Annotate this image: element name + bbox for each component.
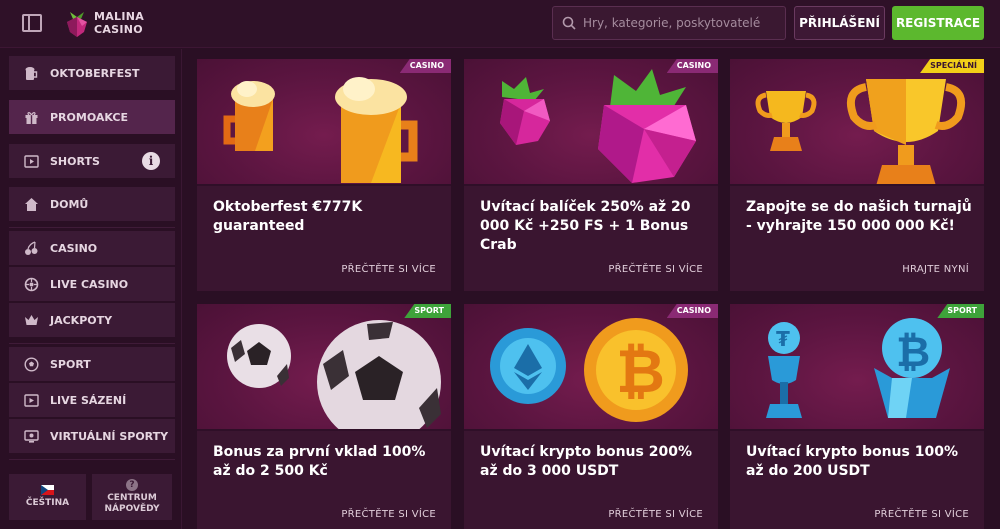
sidebar-item-label: CASINO <box>50 241 98 255</box>
home-icon <box>23 196 39 212</box>
svg-text:₿: ₿ <box>616 337 665 407</box>
help-center-button[interactable]: ? CENTRUM NÁPOVĚDY <box>92 474 172 520</box>
sidebar-item-label: DOMŮ <box>50 197 89 211</box>
promo-card[interactable]: ₮ ₿ SPORT Uvítací krypto bonus 100% až d… <box>730 304 984 529</box>
promo-title: Zapojte se do našich turnajů - vyhrajte … <box>746 199 972 234</box>
sidebar-item-label: OKTOBERFEST <box>50 66 140 80</box>
sidebar-toggle-icon[interactable] <box>22 14 42 32</box>
top-header: MALINA CASINO PŘIHLÁŠENÍ REGISTRACE <box>0 0 1000 48</box>
promo-card-image: CASINO <box>197 59 451 186</box>
sidebar-item-shorts[interactable]: SHORTS i <box>9 144 175 178</box>
sidebar-item-label: SHORTS <box>50 154 100 168</box>
promo-card[interactable]: CASINO Uvítací balíček 250% až 20 000 Kč… <box>464 59 718 291</box>
search-input[interactable] <box>583 7 781 39</box>
read-more-link[interactable]: PŘEČTĚTE SI VÍCE <box>608 264 703 275</box>
roulette-icon <box>23 276 39 292</box>
read-more-link[interactable]: PŘEČTĚTE SI VÍCE <box>341 264 436 275</box>
promo-card-image: SPORT <box>197 304 451 431</box>
beer-icon <box>23 65 39 81</box>
sidebar-divider <box>9 343 175 344</box>
search-icon <box>562 16 576 30</box>
crypto-coins-icon: ₿ <box>490 318 688 422</box>
promo-card[interactable]: CASINO Oktoberfest €777K guaranteed PŘEČ… <box>197 59 451 291</box>
raspberries-icon <box>500 69 696 183</box>
promo-card[interactable]: SPECIÁLNÍ Zapojte se do našich turnajů -… <box>730 59 984 291</box>
read-more-link[interactable]: PŘEČTĚTE SI VÍCE <box>608 509 703 520</box>
sidebar-item-promoakce[interactable]: PROMOAKCE <box>9 100 175 134</box>
sidebar-item-jackpoty[interactable]: JACKPOTY <box>9 303 175 337</box>
logo-line-1: MALINA <box>94 10 145 23</box>
language-label: ČEŠTINA <box>25 498 70 508</box>
sidebar-item-label: JACKPOTY <box>50 313 113 327</box>
promo-card-image: ₿ CASINO <box>464 304 718 431</box>
promo-title: Oktoberfest €777K guaranteed <box>213 199 363 234</box>
promo-card[interactable]: SPORT Bonus za první vklad 100% až do 2 … <box>197 304 451 529</box>
soccer-ball-icon <box>23 356 39 372</box>
promo-card-image: ₮ ₿ SPORT <box>730 304 984 431</box>
register-button[interactable]: REGISTRACE <box>892 6 984 40</box>
read-more-link[interactable]: PŘEČTĚTE SI VÍCE <box>341 509 436 520</box>
help-label-line1: CENTRUM <box>107 493 157 503</box>
promo-title: Uvítací krypto bonus 200% až do 3 000 US… <box>480 444 692 479</box>
malina-casino-logo[interactable]: MALINA CASINO <box>64 8 154 40</box>
info-icon[interactable]: i <box>142 152 160 170</box>
sidebar-item-live-sazeni[interactable]: LIVE SÁZENÍ <box>9 383 175 417</box>
trophies-icon <box>755 79 965 186</box>
sidebar-divider <box>9 459 175 460</box>
crown-icon <box>23 312 39 328</box>
sidebar-item-sport[interactable]: SPORT <box>9 347 175 381</box>
promo-title: Uvítací krypto bonus 100% až do 200 USDT <box>746 444 958 479</box>
crypto-trophies-icon: ₮ ₿ <box>766 318 950 418</box>
sidebar-item-live-casino[interactable]: LIVE CASINO <box>9 267 175 301</box>
sidebar-item-domu[interactable]: DOMŮ <box>9 187 175 221</box>
logo-line-2: CASINO <box>94 23 143 36</box>
video-icon <box>23 153 39 169</box>
soccer-balls-icon <box>227 320 441 431</box>
live-icon <box>23 392 39 408</box>
gift-icon <box>23 109 39 125</box>
svg-text:₿: ₿ <box>896 327 930 376</box>
sidebar-item-label: LIVE SÁZENÍ <box>50 393 127 407</box>
logo-text: MALINA CASINO <box>94 10 144 36</box>
read-more-link[interactable]: PŘEČTĚTE SI VÍCE <box>874 509 969 520</box>
play-now-link[interactable]: HRAJTE NYNÍ <box>902 264 969 275</box>
sidebar-item-label: LIVE CASINO <box>50 277 129 291</box>
sidebar-item-label: PROMOAKCE <box>50 110 129 124</box>
help-label-line2: NÁPOVĚDY <box>104 504 160 514</box>
promo-title: Uvítací balíček 250% až 20 000 Kč +250 F… <box>480 199 691 253</box>
beer-mugs-icon <box>223 77 418 183</box>
login-button[interactable]: PŘIHLÁŠENÍ <box>794 6 885 40</box>
cherries-icon <box>23 240 39 256</box>
sidebar-item-oktoberfest[interactable]: OKTOBERFEST <box>9 56 175 90</box>
promo-title: Bonus za první vklad 100% až do 2 500 Kč <box>213 444 426 479</box>
sidebar-item-label: SPORT <box>50 357 91 371</box>
help-icon: ? <box>126 479 138 491</box>
promo-card-image: CASINO <box>464 59 718 186</box>
sidebar: OKTOBERFEST PROMOAKCE SHORTS i DOMŮ CASI… <box>0 49 182 529</box>
raspberry-logo-icon <box>67 12 87 37</box>
language-selector[interactable]: ČEŠTINA <box>9 474 86 520</box>
promo-card-image: SPECIÁLNÍ <box>730 59 984 186</box>
czech-flag-icon <box>41 485 54 495</box>
sidebar-divider <box>9 227 175 228</box>
monitor-icon <box>23 428 39 444</box>
sidebar-item-virtualni-sporty[interactable]: VIRTUÁLNÍ SPORTY <box>9 419 175 453</box>
sidebar-item-casino[interactable]: CASINO <box>9 231 175 265</box>
search-box[interactable] <box>552 6 786 40</box>
category-badge: SPECIÁLNÍ <box>920 59 984 73</box>
sidebar-item-label: VIRTUÁLNÍ SPORTY <box>50 429 169 443</box>
svg-text:₮: ₮ <box>776 327 790 351</box>
promo-card[interactable]: ₿ CASINO Uvítací krypto bonus 200% až do… <box>464 304 718 529</box>
